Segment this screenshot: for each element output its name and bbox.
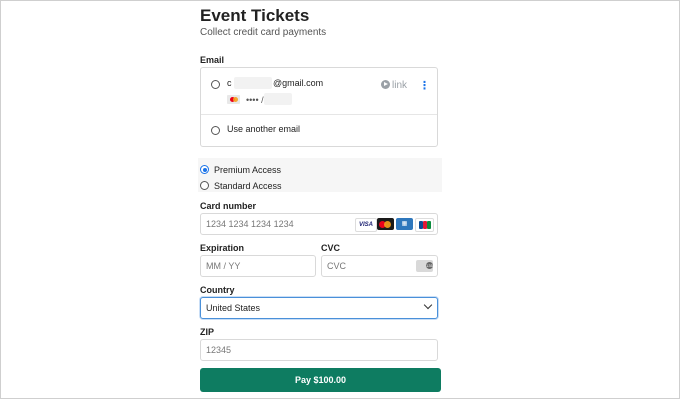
plan-label-premium[interactable]: Premium Access	[214, 165, 281, 175]
email-label: Email	[200, 55, 225, 65]
zip-placeholder: 12345	[206, 345, 232, 355]
saved-email-option[interactable]: c @gmail.com •••• / link ⋮	[201, 68, 437, 115]
visa-icon: VISA	[355, 218, 377, 232]
chevron-down-icon	[423, 300, 433, 310]
saved-card-mask: •••• /	[246, 95, 264, 105]
cvc-card-icon	[416, 260, 433, 272]
redacted-email-part	[234, 77, 272, 89]
expiration-placeholder: MM / YY	[206, 261, 241, 271]
card-number-input[interactable]: 1234 1234 1234 1234 VISA ▦	[200, 213, 438, 235]
page-title: Event Tickets	[200, 6, 310, 25]
saved-email-radio[interactable]	[211, 80, 220, 89]
plan-label-standard[interactable]: Standard Access	[214, 181, 282, 191]
cvc-label: CVC	[321, 243, 341, 253]
email-selector: c @gmail.com •••• / link ⋮ Use another e…	[200, 67, 438, 147]
link-play-icon	[381, 80, 390, 89]
ticket-plan-group: Premium Access Standard Access	[198, 158, 442, 192]
amex-icon: ▦	[396, 218, 413, 230]
mastercard-icon	[377, 218, 394, 230]
link-logo-text: link	[392, 80, 408, 91]
jcb-icon	[415, 218, 434, 232]
link-logo: link	[381, 80, 407, 91]
another-email-radio[interactable]	[211, 126, 220, 135]
pay-button[interactable]: Pay $100.00	[200, 368, 441, 392]
expiration-label: Expiration	[200, 243, 245, 253]
country-value: United States	[206, 303, 261, 313]
plan-radio-standard[interactable]	[200, 181, 209, 190]
country-label: Country	[200, 285, 235, 295]
redacted-card-part	[264, 93, 292, 105]
cvc-placeholder: CVC	[327, 261, 347, 271]
mastercard-mini-icon	[227, 95, 240, 104]
saved-email-prefix: c	[227, 78, 232, 88]
page-subtitle: Collect credit card payments	[200, 27, 327, 38]
zip-label: ZIP	[200, 327, 215, 337]
saved-email-domain: @gmail.com	[273, 78, 324, 88]
expiration-input[interactable]: MM / YY	[200, 255, 316, 277]
card-number-label: Card number	[200, 201, 257, 211]
cvc-input[interactable]: CVC	[321, 255, 438, 277]
plan-radio-premium[interactable]	[200, 165, 209, 174]
card-number-placeholder: 1234 1234 1234 1234	[206, 219, 294, 229]
more-options-icon[interactable]: ⋮	[419, 79, 430, 92]
another-email-option[interactable]: Use another email	[201, 115, 437, 146]
another-email-label: Use another email	[227, 124, 301, 134]
country-select[interactable]: United States	[200, 297, 438, 319]
zip-input[interactable]: 12345	[200, 339, 438, 361]
